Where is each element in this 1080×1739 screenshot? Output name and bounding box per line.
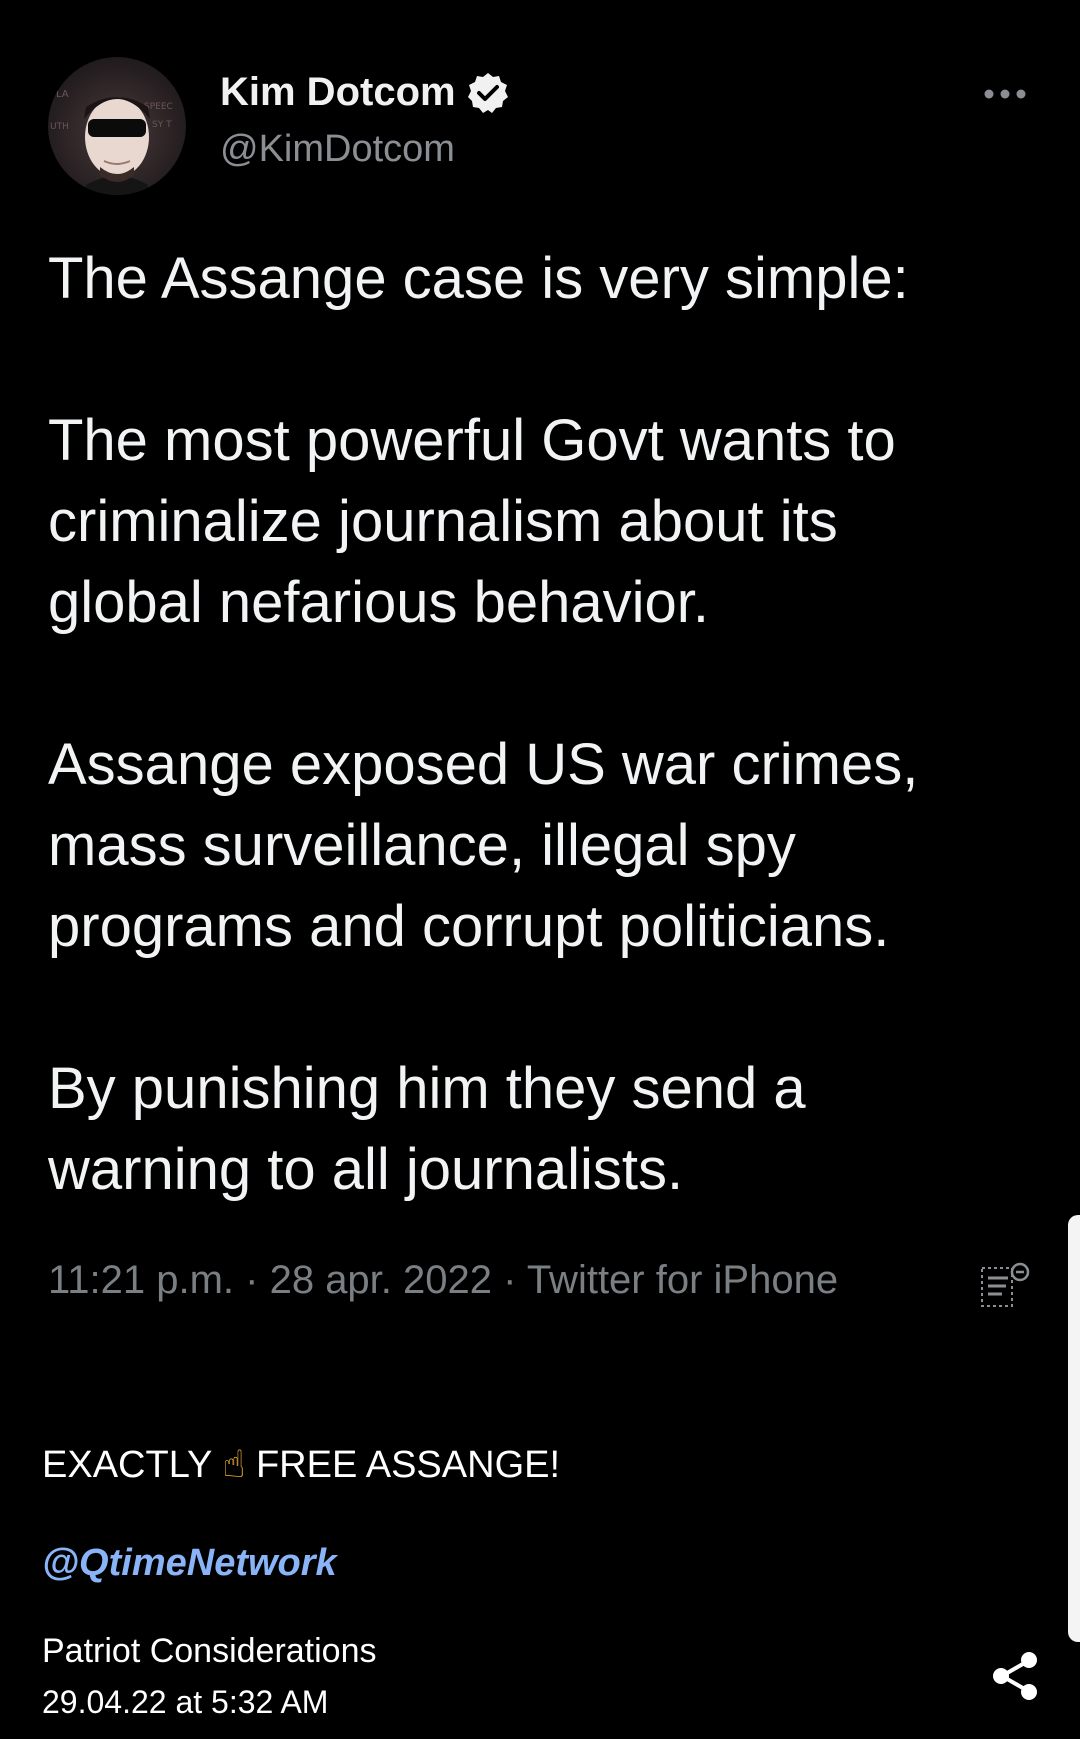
tweet-timestamp-source: 11:21 p.m. · 28 apr. 2022 · Twitter for … [48, 1258, 839, 1302]
tweet-paragraph: The Assange case is very simple: [48, 246, 909, 311]
svg-text:SY T: SY T [152, 120, 172, 130]
avatar-image: LA SPEEC UTH SY T [50, 89, 173, 195]
svg-text:UTH: UTH [50, 122, 69, 132]
share-icon[interactable] [990, 1650, 1040, 1702]
post-caption: EXACTLY ☝ FREE ASSANGE! [42, 1442, 560, 1487]
embedded-tweet-screenshot: LA SPEEC UTH SY T Kim Dotcom @KimDotcom [0, 0, 1080, 1340]
pointing-up-emoji-icon: ☝ [222, 1444, 246, 1486]
translate-icon[interactable] [978, 1260, 1032, 1312]
more-dots-icon[interactable] [982, 82, 1028, 106]
verified-badge-icon [466, 71, 510, 115]
tweet-author-name[interactable]: Kim Dotcom [220, 70, 510, 115]
scroll-handle[interactable] [1068, 1215, 1080, 1642]
caption-text-end: FREE ASSANGE! [255, 1444, 561, 1486]
tweet-paragraph: The most powerful Govt wants to criminal… [48, 408, 896, 635]
caption-text-start: EXACTLY [42, 1444, 212, 1486]
channel-name[interactable]: Patriot Considerations [42, 1632, 377, 1671]
tweet-author-handle[interactable]: @KimDotcom [220, 128, 455, 171]
svg-text:LA: LA [56, 89, 69, 100]
avatar[interactable]: LA SPEEC UTH SY T [48, 57, 186, 195]
author-name-text: Kim Dotcom [220, 70, 456, 114]
tweet-text: The Assange case is very simple: The mos… [48, 238, 1048, 1291]
post-date: 29.04.22 at 5:32 AM [42, 1684, 329, 1720]
tweet-paragraph: Assange exposed US war crimes, mass surv… [48, 732, 919, 959]
tweet-paragraph: By punishing him they send a warning to … [48, 1056, 806, 1202]
mention-link[interactable]: @QtimeNetwork [42, 1542, 337, 1585]
